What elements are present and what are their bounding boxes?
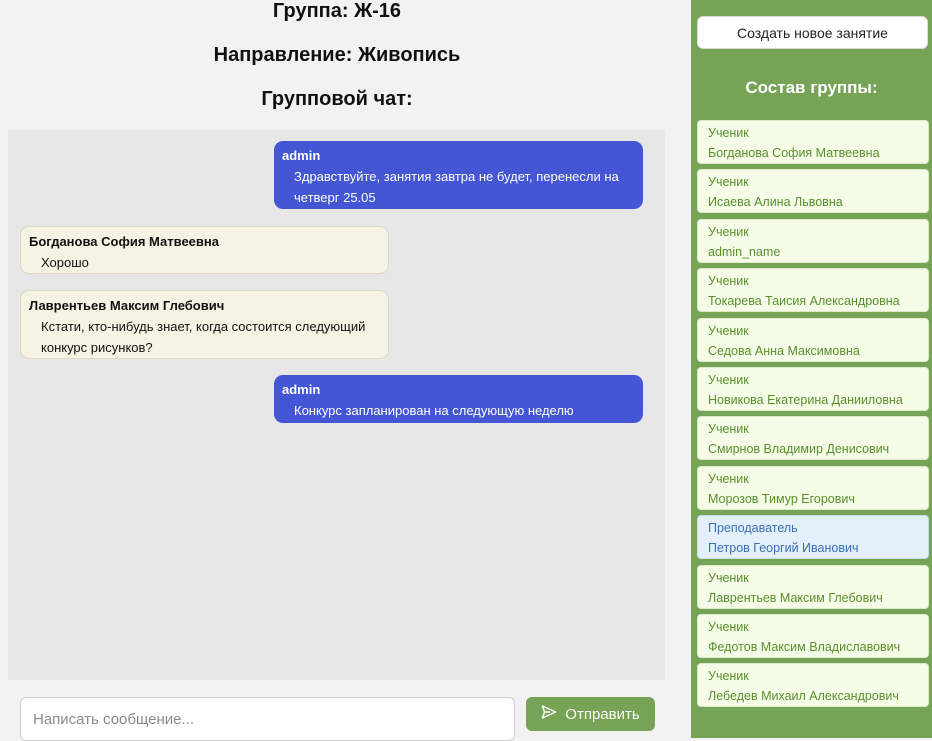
message-author: Богданова София Матвеевна bbox=[29, 234, 219, 249]
member-card[interactable]: Ученик Седова Анна Максимовна bbox=[697, 317, 929, 362]
member-name: Токарева Таисия Александровна bbox=[708, 294, 900, 309]
member-card[interactable]: Ученик Богданова София Матвеевна bbox=[697, 120, 929, 164]
member-card[interactable]: Ученик Токарева Таисия Александровна bbox=[697, 268, 929, 313]
member-card[interactable]: Ученик Морозов Тимур Егорович bbox=[697, 465, 929, 510]
send-button[interactable]: Отправить bbox=[526, 697, 655, 731]
member-name: admin_name bbox=[708, 244, 781, 259]
group-title: Группа: Ж-16 bbox=[272, 0, 402, 22]
chat-message: admin Здравствуйте, занятия завтра не бу… bbox=[274, 141, 643, 209]
send-icon bbox=[541, 704, 557, 724]
members-list: Ученик Богданова София Матвеевна Ученик … bbox=[697, 120, 929, 713]
member-name: Федотов Максим Владиславович bbox=[708, 639, 901, 654]
message-text: Здравствуйте, занятия завтра не будет, п… bbox=[294, 169, 619, 205]
message-input[interactable] bbox=[20, 697, 515, 741]
message-author: admin bbox=[282, 148, 321, 163]
main-panel: Группа: Ж-16 Направление: Живопись Групп… bbox=[0, 0, 692, 741]
member-card[interactable]: Ученик Федотов Максим Владиславович bbox=[697, 613, 929, 658]
member-role: Ученик bbox=[708, 372, 749, 387]
member-role: Ученик bbox=[708, 126, 749, 140]
group-members-title: Состав группы: bbox=[745, 78, 878, 97]
member-role: Ученик bbox=[708, 422, 749, 437]
member-role: Ученик bbox=[708, 669, 749, 684]
message-text: Кстати, кто-нибудь знает, когда состоитс… bbox=[41, 319, 366, 355]
member-role: Ученик bbox=[708, 471, 749, 486]
chat-message: admin Конкурс запланирован на следующую … bbox=[274, 375, 643, 423]
chat-title: Групповой чат: bbox=[261, 88, 413, 110]
direction-title: Направление: Живопись bbox=[213, 44, 461, 66]
member-role: Ученик bbox=[708, 323, 749, 338]
message-composer: Отправить bbox=[0, 680, 692, 741]
chat-message: Богданова София Матвеевна Хорошо bbox=[20, 226, 389, 274]
member-card[interactable]: Ученик Лаврентьев Максим Глебович bbox=[697, 564, 929, 609]
member-role: Ученик bbox=[708, 619, 749, 634]
member-card[interactable]: Ученик admin_name bbox=[697, 218, 929, 263]
member-role: Ученик bbox=[708, 175, 749, 190]
chat-message: Лаврентьев Максим Глебович Кстати, кто-н… bbox=[20, 290, 389, 359]
member-role: Ученик bbox=[708, 274, 749, 289]
member-name: Новикова Екатерина Данииловна bbox=[708, 392, 903, 407]
create-lesson-button[interactable]: Создать новое занятие bbox=[697, 16, 928, 49]
message-text: Конкурс запланирован на следующую неделю bbox=[294, 403, 574, 418]
member-role: Ученик bbox=[708, 224, 749, 239]
member-card[interactable]: Ученик Смирнов Владимир Денисович bbox=[697, 416, 929, 461]
member-name: Петров Георгий Иванович bbox=[708, 541, 859, 556]
message-author: admin bbox=[282, 382, 321, 397]
send-button-label: Отправить bbox=[565, 705, 640, 723]
member-name: Лаврентьев Максим Глебович bbox=[708, 590, 883, 605]
member-card[interactable]: Ученик Исаева Алина Львовна bbox=[697, 169, 929, 214]
message-author: Лаврентьев Максим Глебович bbox=[29, 298, 225, 313]
member-name: Морозов Тимур Егорович bbox=[708, 491, 855, 506]
member-name: Лебедев Михаил Александрович bbox=[708, 689, 899, 704]
member-card[interactable]: Ученик Лебедев Михаил Александрович bbox=[697, 663, 929, 708]
chat-area[interactable]: admin Здравствуйте, занятия завтра не бу… bbox=[8, 130, 665, 680]
member-role: Преподаватель bbox=[708, 521, 798, 536]
member-name: Исаева Алина Львовна bbox=[708, 195, 843, 210]
member-name: Седова Анна Максимовна bbox=[708, 343, 860, 358]
member-name: Смирнов Владимир Денисович bbox=[708, 442, 890, 457]
member-card[interactable]: Ученик Новикова Екатерина Данииловна bbox=[697, 366, 929, 411]
member-card-teacher[interactable]: Преподаватель Петров Георгий Иванович bbox=[697, 515, 929, 560]
sidebar: Создать новое занятие Состав группы: Уче… bbox=[691, 0, 932, 738]
member-name: Богданова София Матвеевна bbox=[708, 146, 880, 160]
message-text: Хорошо bbox=[41, 255, 89, 270]
member-role: Ученик bbox=[708, 570, 749, 585]
